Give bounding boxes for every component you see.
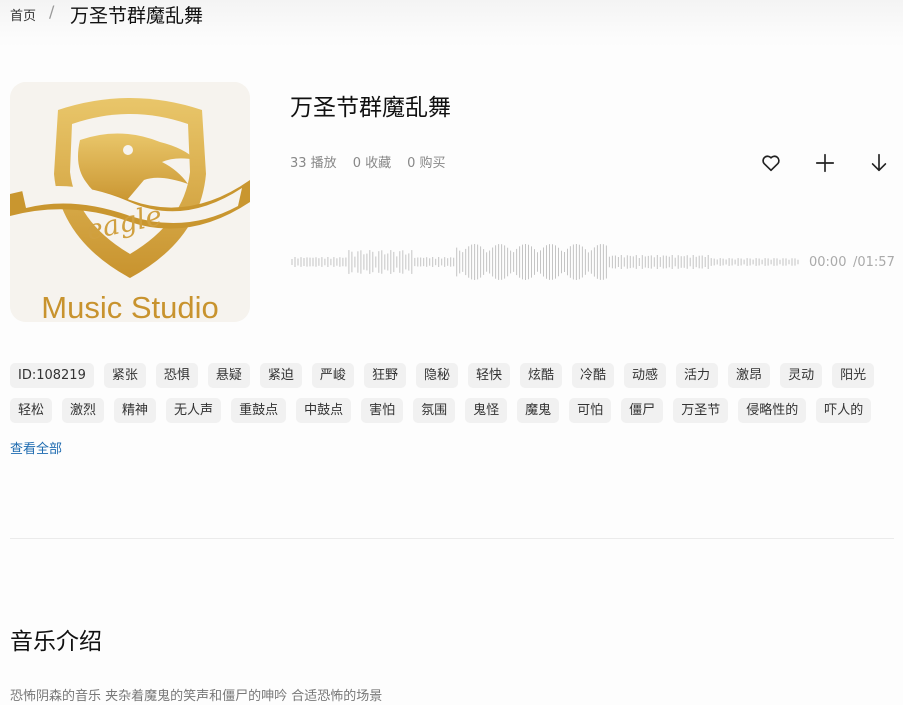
- duration: /01:57: [853, 255, 895, 270]
- tag-chip[interactable]: 氛围: [413, 398, 456, 423]
- tag-chip[interactable]: 轻快: [467, 363, 510, 388]
- purchase-count: 0 购买: [407, 156, 446, 171]
- tag-chip[interactable]: 悬疑: [207, 363, 250, 388]
- tag-chip[interactable]: 激昂: [728, 363, 771, 388]
- tag-chip[interactable]: 可怕: [569, 398, 612, 423]
- tag-chip[interactable]: 阳光: [832, 363, 875, 388]
- divider: [10, 538, 894, 539]
- tag-chip[interactable]: 紧张: [103, 363, 146, 388]
- tag-chip[interactable]: 僵尸: [621, 398, 664, 423]
- arrow-down-icon: [871, 153, 887, 172]
- tag-chip[interactable]: 隐秘: [415, 363, 458, 388]
- current-time: 00:00: [809, 255, 847, 270]
- tag-chip[interactable]: 害怕: [361, 398, 404, 423]
- tag-chip[interactable]: ID:108219: [10, 363, 94, 388]
- track-actions: [758, 150, 892, 176]
- waveform[interactable]: [290, 238, 800, 286]
- tag-chip[interactable]: 吓人的: [816, 398, 872, 423]
- track-title: 万圣节群魔乱舞: [290, 95, 451, 121]
- breadcrumb-current: 万圣节群魔乱舞: [70, 5, 204, 27]
- view-all-link[interactable]: 查看全部: [10, 438, 62, 457]
- tag-chip[interactable]: 狂野: [363, 363, 406, 388]
- tag-chip[interactable]: 动感: [624, 363, 667, 388]
- tag-chip[interactable]: 中鼓点: [296, 398, 352, 423]
- tag-chip[interactable]: 冷酷: [572, 363, 615, 388]
- tag-chip[interactable]: 激烈: [62, 398, 105, 423]
- breadcrumb-separator: /: [49, 2, 55, 21]
- tag-chip[interactable]: 恐惧: [155, 363, 198, 388]
- tag-chip[interactable]: 紧迫: [259, 363, 302, 388]
- intro-text: 恐怖阴森的音乐 夹杂着魔鬼的笑声和僵尸的呻吟 合适恐怖的场景: [10, 689, 383, 704]
- tag-chip[interactable]: 魔鬼: [517, 398, 560, 423]
- tag-chip[interactable]: 严峻: [311, 363, 354, 388]
- tag-chip[interactable]: 炫酷: [519, 363, 562, 388]
- track-stats: 33 播放 0 收藏 0 购买: [290, 152, 446, 171]
- eagle-logo-icon: eagle Music Studio: [10, 82, 250, 322]
- favorite-button[interactable]: [758, 150, 784, 176]
- heart-icon: [762, 155, 780, 172]
- tag-chip[interactable]: 无人声: [166, 398, 222, 423]
- tag-chip[interactable]: 万圣节: [673, 398, 729, 423]
- tag-chip[interactable]: 重鼓点: [231, 398, 287, 423]
- add-to-playlist-button[interactable]: [812, 150, 838, 176]
- svg-text:Music Studio: Music Studio: [41, 290, 218, 322]
- intro-title: 音乐介绍: [10, 629, 102, 655]
- tag-list: ID:108219 紧张 恐惧 悬疑 紧迫 严峻 狂野 隐秘 轻快 炫酷 冷酷 动感 活力 激昂 灵动 阳光轻…: [10, 363, 895, 423]
- tag-chip[interactable]: 鬼怪: [465, 398, 508, 423]
- tag-chip[interactable]: 灵动: [780, 363, 823, 388]
- tag-chip[interactable]: 侵略性的: [738, 398, 807, 423]
- breadcrumb-home-link[interactable]: 首页: [10, 5, 36, 24]
- tag-chip[interactable]: 轻松: [10, 398, 53, 423]
- download-button[interactable]: [866, 150, 892, 176]
- play-count: 33 播放: [290, 156, 337, 171]
- album-cover: eagle Music Studio: [10, 82, 250, 322]
- favorite-count: 0 收藏: [352, 156, 392, 171]
- tag-chip[interactable]: 精神: [114, 398, 157, 423]
- plus-icon: [815, 153, 835, 173]
- tag-chip[interactable]: 活力: [676, 363, 719, 388]
